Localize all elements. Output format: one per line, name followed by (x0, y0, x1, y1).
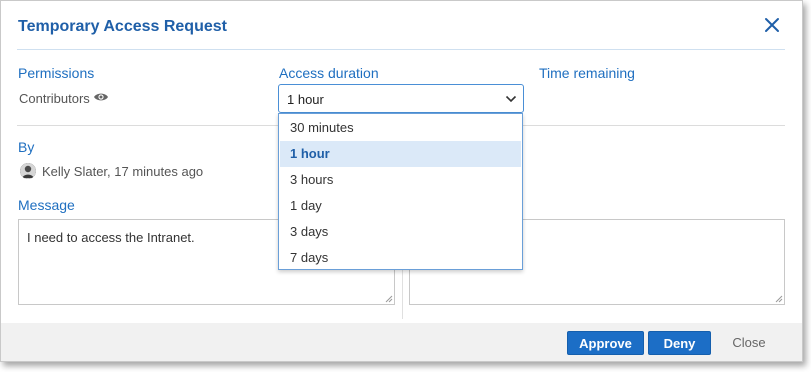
access-duration-selected-value: 1 hour (287, 92, 324, 107)
approve-button[interactable]: Approve (567, 331, 644, 355)
option-1-day[interactable]: 1 day (280, 193, 521, 219)
message-text: I need to access the Intranet. (27, 230, 195, 245)
dialog-footer: Approve Deny Close (1, 323, 802, 361)
access-duration-dropdown: 30 minutes 1 hour 3 hours 1 day 3 days 7… (278, 113, 523, 270)
option-3-hours[interactable]: 3 hours (280, 167, 521, 193)
access-duration-select[interactable]: 1 hour (278, 84, 524, 113)
resize-grip-icon[interactable] (775, 295, 783, 303)
close-icon[interactable] (762, 15, 782, 35)
dialog-title: Temporary Access Request (18, 18, 227, 35)
resize-grip-icon[interactable] (385, 295, 393, 303)
close-button[interactable]: Close (723, 331, 775, 355)
time-remaining-label: Time remaining (539, 65, 635, 81)
temporary-access-dialog: Temporary Access Request Permissions Con… (0, 0, 803, 362)
chevron-down-icon (505, 95, 517, 103)
eye-icon[interactable] (93, 91, 109, 103)
avatar (20, 163, 36, 179)
by-label: By (18, 139, 35, 155)
deny-button[interactable]: Deny (648, 331, 711, 355)
permissions-value: Contributors (19, 91, 90, 106)
permissions-label: Permissions (18, 65, 95, 81)
option-30-minutes[interactable]: 30 minutes (280, 115, 521, 141)
requester-info: Kelly Slater, 17 minutes ago (42, 164, 204, 179)
option-3-days[interactable]: 3 days (280, 219, 521, 245)
option-1-hour[interactable]: 1 hour (280, 141, 521, 167)
access-duration-label: Access duration (279, 65, 379, 81)
option-7-days[interactable]: 7 days (280, 245, 521, 271)
header-divider (17, 49, 785, 50)
message-label: Message (18, 197, 75, 213)
